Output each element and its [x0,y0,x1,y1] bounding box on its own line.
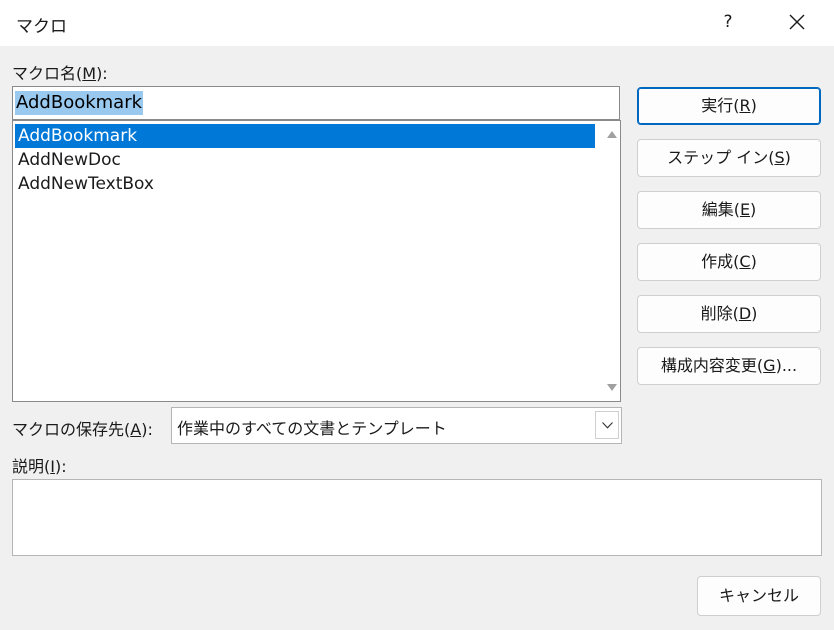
macro-list-item[interactable]: AddNewDoc [15,148,595,172]
macro-list[interactable]: AddBookmark AddNewDoc AddNewTextBox [12,120,621,402]
close-button[interactable] [778,4,816,40]
help-button[interactable]: ? [712,6,744,38]
macro-list-item[interactable]: AddNewTextBox [15,172,595,196]
create-button[interactable]: 作成(C) [637,243,821,281]
description-label: 説明(I): [12,457,67,476]
delete-button[interactable]: 削除(D) [637,295,821,333]
macros-in-select[interactable]: 作業中のすべての文書とテンプレート [171,407,622,444]
macro-name-label: マクロ名(M): [12,64,108,83]
dropdown-button[interactable] [595,411,619,439]
macro-name-value: AddBookmark [15,91,144,115]
macros-in-value: 作業中のすべての文書とテンプレート [177,419,447,438]
description-box [12,479,822,556]
window-title: マクロ [16,17,67,37]
chevron-down-icon [602,422,613,429]
macros-in-label: マクロの保存先(A): [12,420,153,439]
edit-button[interactable]: 編集(E) [637,191,821,229]
run-button[interactable]: 実行(R) [637,87,821,125]
title-bar: マクロ ? [0,0,834,46]
cancel-button[interactable]: キャンセル [697,576,821,616]
scroll-down-icon[interactable] [607,384,617,391]
list-scrollbar[interactable] [605,123,619,399]
step-into-button[interactable]: ステップ イン(S) [637,139,821,177]
organizer-button[interactable]: 構成内容変更(G)... [637,347,821,385]
macro-name-input[interactable]: AddBookmark [12,86,620,120]
close-icon [789,14,805,30]
macro-list-item[interactable]: AddBookmark [15,124,595,148]
scroll-up-icon[interactable] [607,131,617,138]
